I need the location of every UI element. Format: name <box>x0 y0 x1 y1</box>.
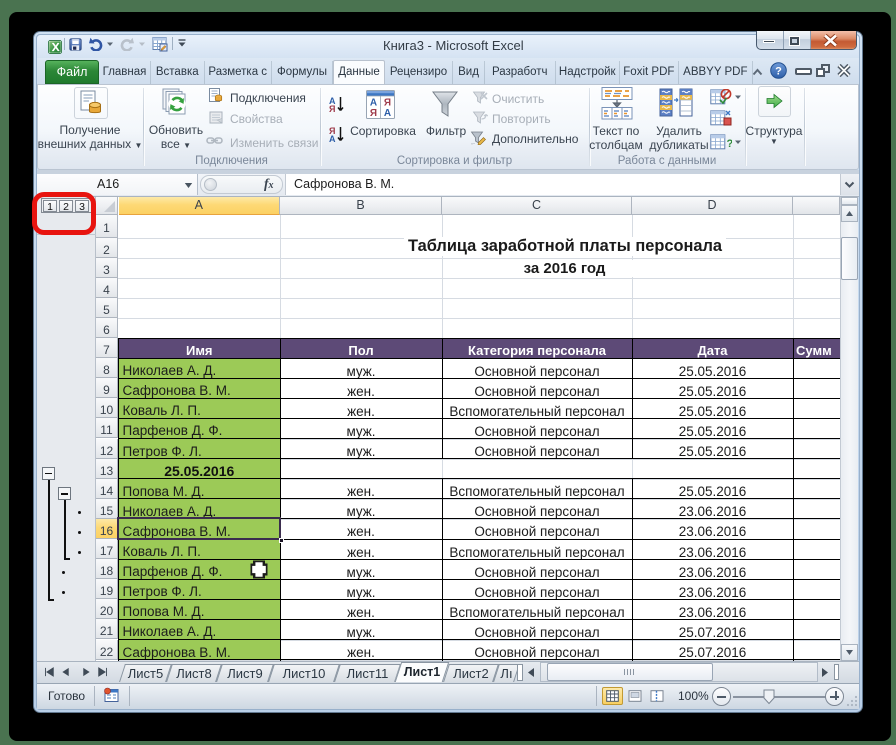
svg-text:Я: Я <box>370 108 377 119</box>
svg-text:?: ? <box>775 66 782 78</box>
svg-text:Я: Я <box>384 98 391 109</box>
svg-text:?: ? <box>727 138 733 150</box>
svg-text:Я: Я <box>329 104 335 113</box>
svg-text:А: А <box>384 108 391 119</box>
svg-text:А: А <box>370 98 377 109</box>
svg-text:А: А <box>329 134 336 143</box>
